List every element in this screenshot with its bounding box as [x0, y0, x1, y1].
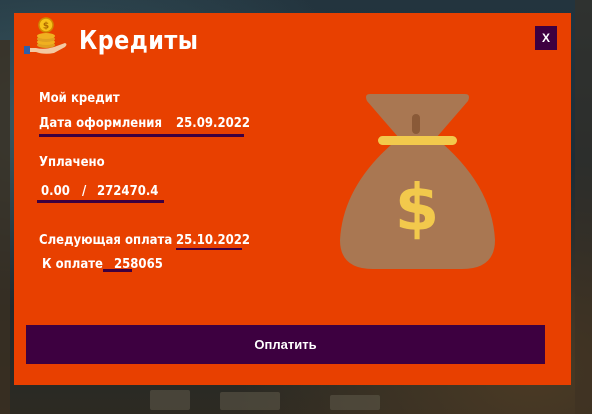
issue-date-value: 25.09.2022 [176, 116, 251, 131]
amount-due-underline [103, 269, 132, 272]
close-button[interactable]: X [535, 26, 557, 50]
money-bag-icon: $ [340, 94, 495, 269]
svg-text:$: $ [43, 22, 49, 32]
my-credit-heading: Мой кредит [39, 91, 120, 106]
credit-total: 272470.4 [97, 184, 159, 199]
dialog-title: Кредиты [79, 26, 199, 56]
next-payment-underline [176, 248, 242, 250]
paid-separator: / [82, 184, 87, 199]
issue-date-label: Дата оформления [39, 116, 162, 131]
paid-label: Уплачено [39, 155, 105, 170]
hand-with-coins-icon: $ [24, 17, 67, 54]
paid-underline [37, 200, 164, 203]
svg-text:$: $ [395, 172, 440, 246]
paid-amount: 0.00 [41, 184, 70, 199]
issue-date-underline [39, 134, 244, 137]
pay-button[interactable]: Оплатить [26, 325, 545, 364]
next-payment-label: Следующая оплата [39, 233, 173, 248]
amount-due-label: К оплате [42, 257, 103, 272]
next-payment-date: 25.10.2022 [176, 233, 251, 248]
